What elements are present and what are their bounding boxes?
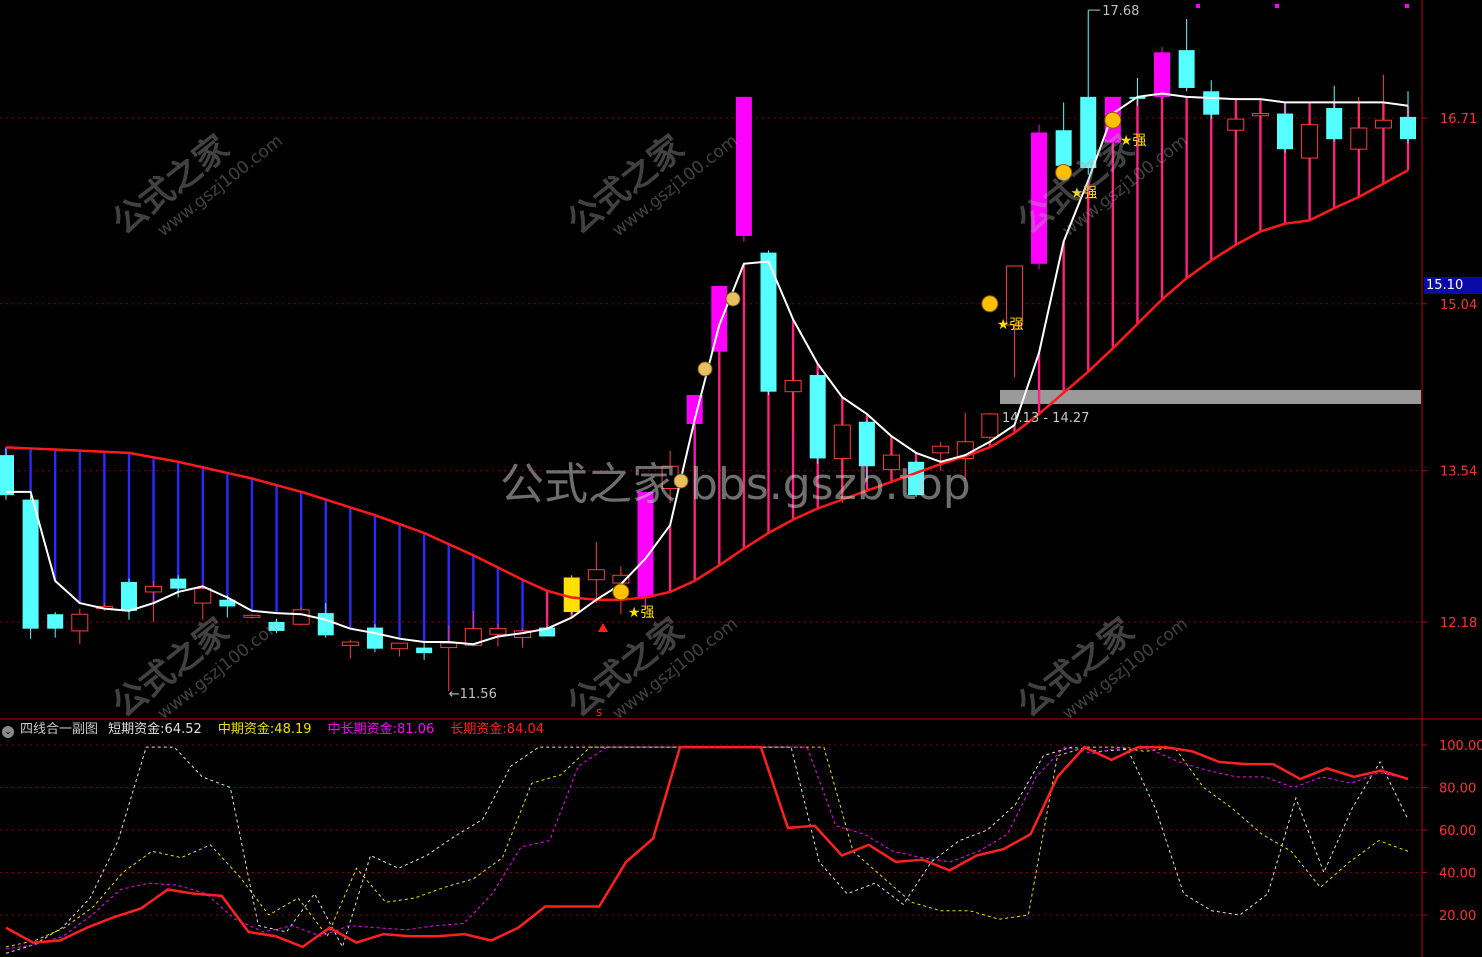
legend-mid: 中期资金:48.19: [217, 722, 312, 737]
sub-series-line: [5, 745, 1409, 949]
sub-y-tick-label: 20.00: [1439, 909, 1476, 924]
long-trend-line: [5, 169, 1409, 601]
sub-chart-title: 四线合一副图: [20, 722, 99, 737]
smiley-icon: [612, 583, 630, 601]
candle-body: [47, 614, 64, 629]
candle-body: [587, 569, 605, 581]
candle-body: [120, 581, 137, 611]
candle-body: [416, 647, 433, 654]
candle-body: [1350, 127, 1368, 150]
chevron-down-icon[interactable]: ⌄: [2, 726, 14, 738]
candle-body: [637, 491, 654, 598]
candle-body: [735, 96, 752, 236]
candle-body: [366, 627, 383, 649]
candle-body: [1374, 119, 1392, 129]
y-tick-label: 12.18: [1440, 616, 1477, 631]
sub-y-tick-label: 80.00: [1439, 782, 1476, 797]
y-tick-label: 13.54: [1440, 465, 1477, 480]
candle-body: [1400, 116, 1416, 140]
candle-body: [858, 421, 875, 467]
candle-body: [784, 380, 802, 393]
strong-signal-label: ★强: [1120, 133, 1147, 149]
strong-signal-label: ★强: [997, 317, 1024, 333]
sub-series-line: [5, 746, 1409, 954]
candle-body: [22, 499, 39, 629]
bottom-marker: s: [596, 705, 602, 719]
buy-arrow-icon: [598, 623, 608, 632]
candle-body: [268, 622, 285, 631]
smiley-icon: [981, 295, 999, 313]
candle-body: [1031, 132, 1048, 264]
money-bag-icon: [697, 361, 713, 377]
top-marker-dot: [1196, 4, 1200, 8]
smiley-icon: [1055, 164, 1073, 182]
candle-body: [932, 445, 950, 454]
sub-y-tick-label: 100.00: [1439, 739, 1482, 754]
candle-body: [981, 413, 999, 438]
candle-body: [194, 588, 212, 604]
candle-body: [71, 613, 89, 632]
sub-series-line: [5, 746, 1409, 950]
candle-body: [391, 642, 409, 650]
candle-body: [317, 613, 334, 636]
candle-body: [489, 628, 507, 635]
candle-body: [833, 424, 851, 459]
candle-body: [292, 609, 310, 625]
candle-body: [145, 585, 163, 593]
candle-body: [1203, 91, 1220, 115]
legend-long: 长期资金:84.04: [450, 722, 545, 737]
candle-body: [170, 578, 187, 589]
candle-body: [1251, 113, 1269, 117]
current-price-tag: 15.10: [1424, 277, 1482, 294]
low-label: ←11.56: [449, 687, 497, 702]
high-label: 17.68: [1102, 4, 1139, 19]
y-tick-label: 16.71: [1440, 112, 1477, 127]
candle-body: [243, 614, 261, 618]
money-bag-icon: [725, 291, 741, 307]
sub-y-tick-label: 60.00: [1439, 824, 1476, 839]
candle-body: [1301, 124, 1319, 159]
candle-body: [1277, 113, 1294, 150]
sub-chart-header: ⌄ 四线合一副图 短期资金:64.52 中期资金:48.19 中长期资金:81.0…: [0, 720, 556, 740]
candle-body: [1227, 118, 1245, 131]
sub-y-tick-label: 40.00: [1439, 867, 1476, 882]
candle-body: [1055, 130, 1072, 166]
candle-body: [0, 455, 14, 496]
sub-series-line: [5, 746, 1409, 948]
candle-body: [1326, 107, 1343, 140]
candle-body: [711, 286, 728, 352]
legend-short: 短期资金:64.52: [108, 722, 202, 737]
legend-midlong: 中长期资金:81.06: [327, 722, 435, 737]
top-marker-dot: [1275, 4, 1279, 8]
strong-signal-label: ★强: [1071, 186, 1098, 202]
candle-body: [908, 461, 925, 496]
money-bag-icon: [673, 473, 689, 489]
top-marker-dot: [1405, 4, 1409, 8]
candle-body: [1080, 96, 1097, 169]
candle-body: [1154, 52, 1171, 97]
candle-body: [809, 375, 826, 459]
candle-body: [1178, 50, 1195, 88]
smiley-icon: [1104, 111, 1122, 129]
range-label: 14.13 - 14.27: [1002, 411, 1089, 426]
candle-body: [341, 641, 359, 646]
chart-canvas: 12.18 13.54 15.04 16.71 20.00 40.00 60.00 80.00…: [0, 0, 1482, 957]
strong-signal-label: ★强: [628, 605, 655, 621]
y-tick-label: 15.04: [1440, 298, 1477, 313]
candle-body: [882, 454, 900, 471]
candle-body: [440, 642, 458, 649]
